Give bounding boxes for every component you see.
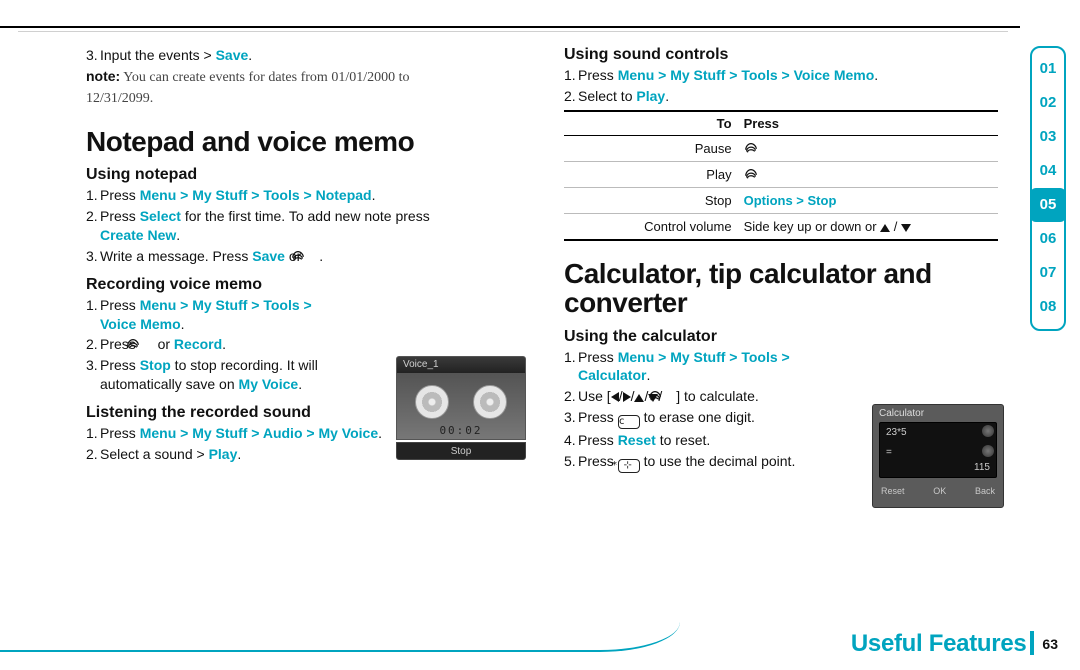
voice-memo-stop-softkey: Stop	[396, 442, 526, 460]
triangle-up-icon	[880, 224, 890, 232]
list-item: 2.Press or Record.	[86, 335, 366, 354]
table-head-to: To	[564, 111, 738, 136]
section-tabs: 01 02 03 04 05 06 07 08	[1030, 52, 1066, 324]
voice-memo-illustration: Voice_1 00:02 Stop	[396, 356, 526, 460]
subhead-using-calculator: Using the calculator	[564, 328, 998, 346]
list-item: 4.Press Reset to reset.	[564, 431, 844, 450]
footer-swoosh	[0, 622, 680, 652]
list-item: 1.Press Menu > My Stuff > Tools > Voice …	[86, 296, 366, 334]
footer: Useful Features 63	[851, 630, 1058, 658]
list-item: 1.Press Menu > My Stuff > Tools > Notepa…	[86, 186, 520, 205]
footer-section-label: Useful Features	[851, 630, 1027, 657]
calculator-illus-title: Calculator	[873, 405, 1003, 422]
tab-08[interactable]: 08	[1030, 290, 1066, 324]
table-row: Control volume Side key up or down or /	[564, 213, 998, 240]
left-column: 3.Input the events > Save. note: You can…	[86, 46, 520, 475]
intro-note: note: You can create events for dates fr…	[86, 67, 520, 109]
calculator-illustration: Calculator 23*5 = 115 Reset OK Back	[872, 404, 1004, 508]
heading-calculator: Calculator, tip calculator and converter	[564, 259, 998, 318]
voice-memo-title: Voice_1	[396, 356, 526, 374]
tape-reel-icon	[415, 385, 449, 419]
triangle-up-icon	[634, 394, 644, 402]
using-notepad-steps: 1.Press Menu > My Stuff > Tools > Notepa…	[86, 186, 520, 266]
list-item: 2.Use [////] to calculate.	[564, 387, 844, 406]
table-row: Pause	[564, 135, 998, 161]
tab-06[interactable]: 06	[1030, 222, 1066, 256]
list-item: 3.Write a message. Press Save or .	[86, 247, 520, 266]
swirl-icon	[744, 167, 758, 181]
list-item: 1.Press Menu > My Stuff > Tools > Voice …	[564, 66, 998, 85]
tab-04[interactable]: 04	[1030, 154, 1066, 188]
calculator-steps: 1.Press Menu > My Stuff > Tools > Calcul…	[564, 348, 844, 474]
intro-step-3: 3.Input the events > Save.	[86, 46, 520, 65]
list-item: 3.Press Stop to stop recording. It will …	[86, 356, 366, 394]
calculator-illus-softkeys: Reset OK Back	[873, 478, 1003, 496]
triangle-right-icon	[623, 392, 631, 402]
triangle-down-icon	[901, 224, 911, 232]
tab-05[interactable]: 05	[1030, 188, 1066, 222]
tape-reel-icon	[473, 385, 507, 419]
swirl-icon	[140, 337, 154, 351]
swirl-icon	[662, 389, 676, 403]
list-item: 2.Press Select for the first time. To ad…	[86, 207, 520, 245]
right-column: Using sound controls 1.Press Menu > My S…	[564, 46, 998, 475]
footer-page-number: 63	[1042, 636, 1058, 652]
calculator-illus-equals: =	[886, 447, 892, 458]
subhead-using-sound-controls: Using sound controls	[564, 46, 998, 64]
tab-01[interactable]: 01	[1030, 52, 1066, 86]
table-row: Stop Options > Stop	[564, 187, 998, 213]
subhead-recording-voice-memo: Recording voice memo	[86, 276, 520, 294]
footer-divider	[1030, 631, 1034, 655]
heading-notepad-voice-memo: Notepad and voice memo	[86, 127, 520, 156]
intro-steps: 3.Input the events > Save.	[86, 46, 520, 65]
voice-memo-body: 00:02	[396, 374, 526, 440]
sound-controls-steps: 1.Press Menu > My Stuff > Tools > Voice …	[564, 66, 998, 106]
list-item: 3.Press c to erase one digit.	[564, 408, 844, 429]
list-item: 2.Select to Play.	[564, 87, 998, 106]
calc-marker-icon	[982, 445, 994, 457]
swirl-icon	[305, 249, 319, 263]
voice-memo-time: 00:02	[397, 424, 525, 437]
table-row: Play	[564, 161, 998, 187]
subhead-using-notepad: Using notepad	[86, 166, 520, 184]
table-head-press: Press	[738, 111, 998, 136]
calculator-illus-screen: 23*5 = 115	[879, 422, 997, 478]
swirl-icon	[744, 141, 758, 155]
top-rule	[0, 26, 1020, 28]
c-key-icon: c	[618, 415, 640, 429]
page-content: 3.Input the events > Save. note: You can…	[86, 46, 998, 475]
tab-07[interactable]: 07	[1030, 256, 1066, 290]
list-item: 5.Press * ⊹ to use the decimal point.	[564, 452, 844, 473]
sound-controls-table: To Press Pause Play Stop Options > Stop …	[564, 110, 998, 241]
calc-marker-icon	[982, 425, 994, 437]
list-item: 1.Press Menu > My Stuff > Tools > Calcul…	[564, 348, 844, 386]
calculator-illus-input: 23*5	[886, 427, 907, 438]
calculator-illus-result: 115	[974, 462, 990, 473]
tab-02[interactable]: 02	[1030, 86, 1066, 120]
recording-steps: 1.Press Menu > My Stuff > Tools > Voice …	[86, 296, 366, 394]
tab-03[interactable]: 03	[1030, 120, 1066, 154]
triangle-left-icon	[611, 392, 619, 402]
star-key-icon: * ⊹	[618, 459, 640, 473]
